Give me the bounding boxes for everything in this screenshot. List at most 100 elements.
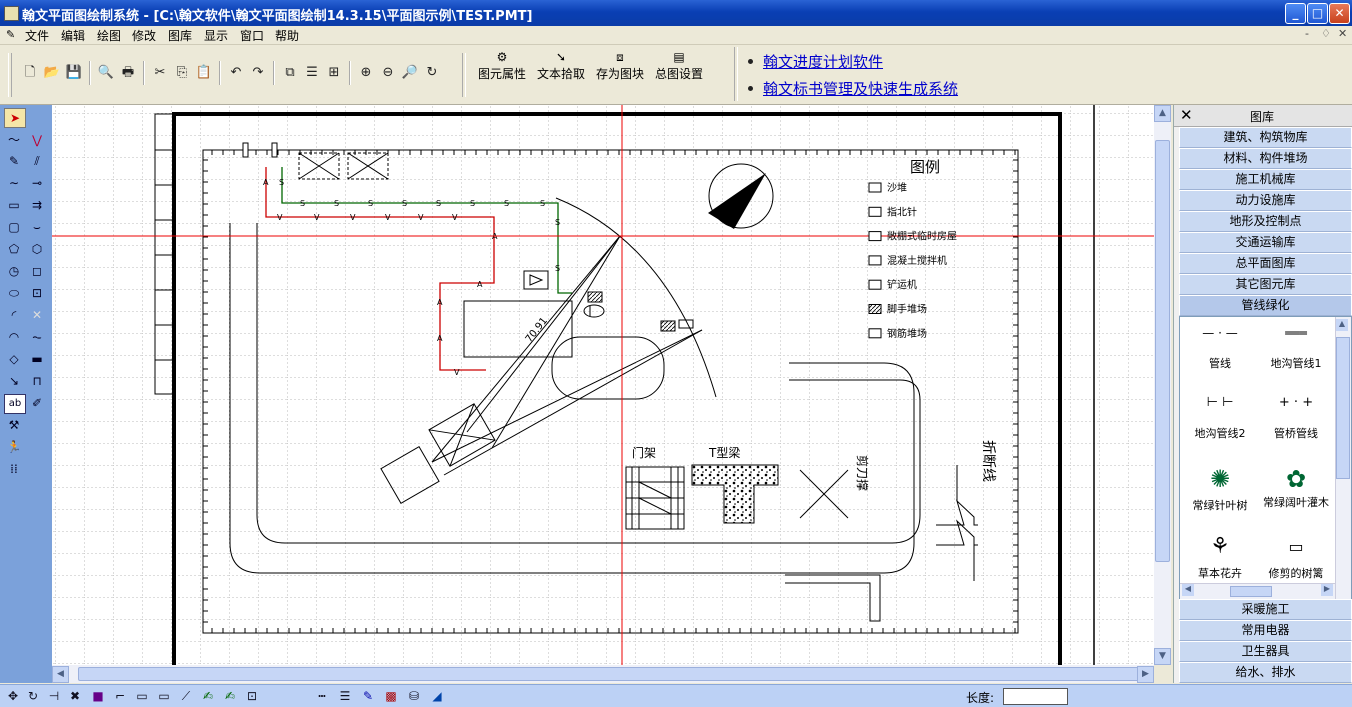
arc-icon[interactable]: ◜ (4, 306, 24, 324)
pentagon-icon[interactable]: ⬠ (4, 240, 24, 258)
undo-icon[interactable]: ↶ (227, 64, 245, 82)
drawing-settings-button[interactable]: ▤ 总图设置 (653, 49, 705, 82)
maximize-button[interactable]: □ (1307, 3, 1328, 24)
pen-icon[interactable]: ✎ (4, 152, 24, 170)
layer-back-icon[interactable]: ⊞ (325, 64, 343, 82)
move-icon[interactable]: ✥ (4, 687, 22, 705)
minimize-button[interactable]: _ (1285, 3, 1306, 24)
wrench-icon[interactable]: ⚒ (4, 416, 24, 434)
layer-front-icon[interactable]: ⧉ (281, 64, 299, 82)
category-pipes-greening[interactable]: 管线绿化 (1179, 295, 1352, 316)
new-file-icon[interactable]: 🗋 (21, 64, 39, 82)
color-icon[interactable]: ✎ (359, 687, 377, 705)
symbol-trimmed-hedge[interactable]: ▭ 修剪的树篱 (1260, 529, 1332, 581)
runner-icon[interactable]: 🏃 (4, 438, 24, 456)
clock-icon[interactable]: ◷ (4, 262, 24, 280)
diamond-icon[interactable]: ◇ (4, 350, 24, 368)
scroll-left-button[interactable]: ◀ (52, 666, 69, 683)
block-icon[interactable]: ⊡ (27, 284, 47, 302)
symbol-scroll-right[interactable]: ▶ (1321, 584, 1333, 596)
select-arrow-icon[interactable]: ➤ (4, 108, 26, 128)
frame-icon[interactable]: ⊓ (27, 372, 47, 390)
category-terrain[interactable]: 地形及控制点 (1179, 211, 1352, 232)
zoom-out-icon[interactable]: ⊖ (379, 64, 397, 82)
symbol-scroll-thumb[interactable] (1336, 337, 1350, 479)
app-icon[interactable] (4, 6, 19, 21)
rect-tool-icon[interactable]: ▭ (133, 687, 151, 705)
vertical-scrollbar[interactable]: ▲ ▼ (1154, 105, 1171, 665)
fillet-icon[interactable]: ⌐ (111, 687, 129, 705)
edit-tool-icon[interactable]: ✐ (27, 394, 47, 412)
arrow-line-icon[interactable]: ⇉ (27, 196, 47, 214)
point-icon[interactable]: ■ (89, 687, 107, 705)
hatch-icon[interactable]: ▩ (382, 687, 400, 705)
category-power[interactable]: 动力设施库 (1179, 190, 1352, 211)
horizontal-scrollbar[interactable]: ◀ ▶ (52, 665, 1154, 683)
open-folder-icon[interactable]: 📂 (43, 64, 61, 82)
symbol-scroll-up[interactable]: ▲ (1336, 319, 1348, 331)
mdi-doc-icon[interactable]: ✎ (6, 28, 18, 41)
text-icon[interactable]: ab (4, 394, 26, 414)
element-properties-button[interactable]: ⚙ 图元属性 (476, 49, 528, 82)
text-pick-button[interactable]: ➘ 文本拾取 (535, 49, 587, 82)
freehand-icon[interactable]: ⋁ (27, 131, 47, 149)
drawing-canvas[interactable]: SSSSSSSSVVVVVVSASSAAAVA (52, 105, 1154, 665)
menu-library[interactable]: 图库 (168, 27, 192, 44)
close-button[interactable]: ✕ (1329, 3, 1350, 24)
vertical-scroll-thumb[interactable] (1155, 140, 1170, 562)
save-icon[interactable]: 💾 (65, 64, 83, 82)
route-icon[interactable]: ↘ (4, 372, 24, 390)
layer-middle-icon[interactable]: ☰ (303, 64, 321, 82)
copy-icon[interactable]: ⎘ (173, 64, 191, 82)
symbol-trench-pipeline-2[interactable]: ⊢ ⊢ 地沟管线2 (1184, 391, 1256, 441)
zoom-refresh-icon[interactable]: ↻ (423, 64, 441, 82)
frame-tool-icon[interactable]: ⊡ (243, 687, 261, 705)
menu-help[interactable]: 帮助 (275, 27, 299, 44)
toolbar-grip[interactable] (8, 53, 12, 97)
category-heating[interactable]: 采暖施工 (1179, 599, 1352, 620)
category-sanitary[interactable]: 卫生器具 (1179, 641, 1352, 662)
horizontal-scroll-thumb[interactable] (78, 667, 1140, 681)
line-width-icon[interactable]: ☰ (336, 687, 354, 705)
polyline-icon[interactable]: 〜 (4, 131, 24, 149)
save-block-button[interactable]: ⧈ 存为图块 (594, 49, 646, 82)
fill-icon[interactable]: ⛁ (405, 687, 423, 705)
category-site-plan[interactable]: 总平面图库 (1179, 253, 1352, 274)
rectangle-icon[interactable]: ▭ (4, 196, 24, 214)
symbol-pipeline[interactable]: — · — 管线 (1184, 321, 1256, 371)
scroll-down-button[interactable]: ▼ (1154, 648, 1171, 665)
cut-icon[interactable]: ✂ (151, 64, 169, 82)
symbol-herbaceous-flower[interactable]: ⚘ 草本花卉 (1184, 529, 1256, 581)
trim-icon[interactable]: ✖ (66, 687, 84, 705)
menu-edit[interactable]: 编辑 (61, 27, 85, 44)
category-electrical[interactable]: 常用电器 (1179, 620, 1352, 641)
dimension-icon[interactable]: ⊸ (27, 174, 47, 192)
line-style-icon[interactable]: ┅ (313, 687, 331, 705)
paste-icon[interactable]: 📋 (195, 64, 213, 82)
pipe-icon[interactable]: ▬ (27, 350, 47, 368)
rotate-icon[interactable]: ↻ (24, 687, 42, 705)
category-water[interactable]: 给水、排水 (1179, 662, 1352, 683)
category-other[interactable]: 其它图元库 (1179, 274, 1352, 295)
zoom-in-icon[interactable]: ⊕ (357, 64, 375, 82)
print-preview-icon[interactable]: 🔍 (97, 64, 115, 82)
category-materials[interactable]: 材料、构件堆场 (1179, 148, 1352, 169)
text-tool-icon[interactable]: ✍ (199, 687, 217, 705)
symbol-scroll-left[interactable]: ◀ (1182, 584, 1194, 596)
category-transport[interactable]: 交通运输库 (1179, 232, 1352, 253)
zoom-window-icon[interactable]: 🔎 (401, 64, 419, 82)
mdi-minimize-button[interactable]: - (1305, 27, 1309, 40)
symbol-bridge-pipeline[interactable]: + · + 管桥管线 (1260, 391, 1332, 441)
text-tool2-icon[interactable]: ✍ (221, 687, 239, 705)
link-bid-manager[interactable]: 翰文标书管理及快速生成系统 (763, 78, 958, 99)
menu-file[interactable]: 文件 (25, 27, 49, 44)
cross-mark-icon[interactable]: ✕ (27, 306, 47, 324)
break-line-icon[interactable]: ⏦ (27, 328, 47, 346)
symbol-trench-pipeline-1[interactable]: ═══ 地沟管线1 (1260, 321, 1332, 371)
scroll-right-button[interactable]: ▶ (1137, 666, 1154, 683)
curve-icon[interactable]: ∼ (4, 174, 24, 192)
print-icon[interactable]: 🖶 (119, 64, 137, 82)
link-schedule-software[interactable]: 翰文进度计划软件 (763, 51, 883, 72)
library-close-icon[interactable]: ✕ (1180, 106, 1193, 124)
category-buildings[interactable]: 建筑、构筑物库 (1179, 127, 1352, 148)
